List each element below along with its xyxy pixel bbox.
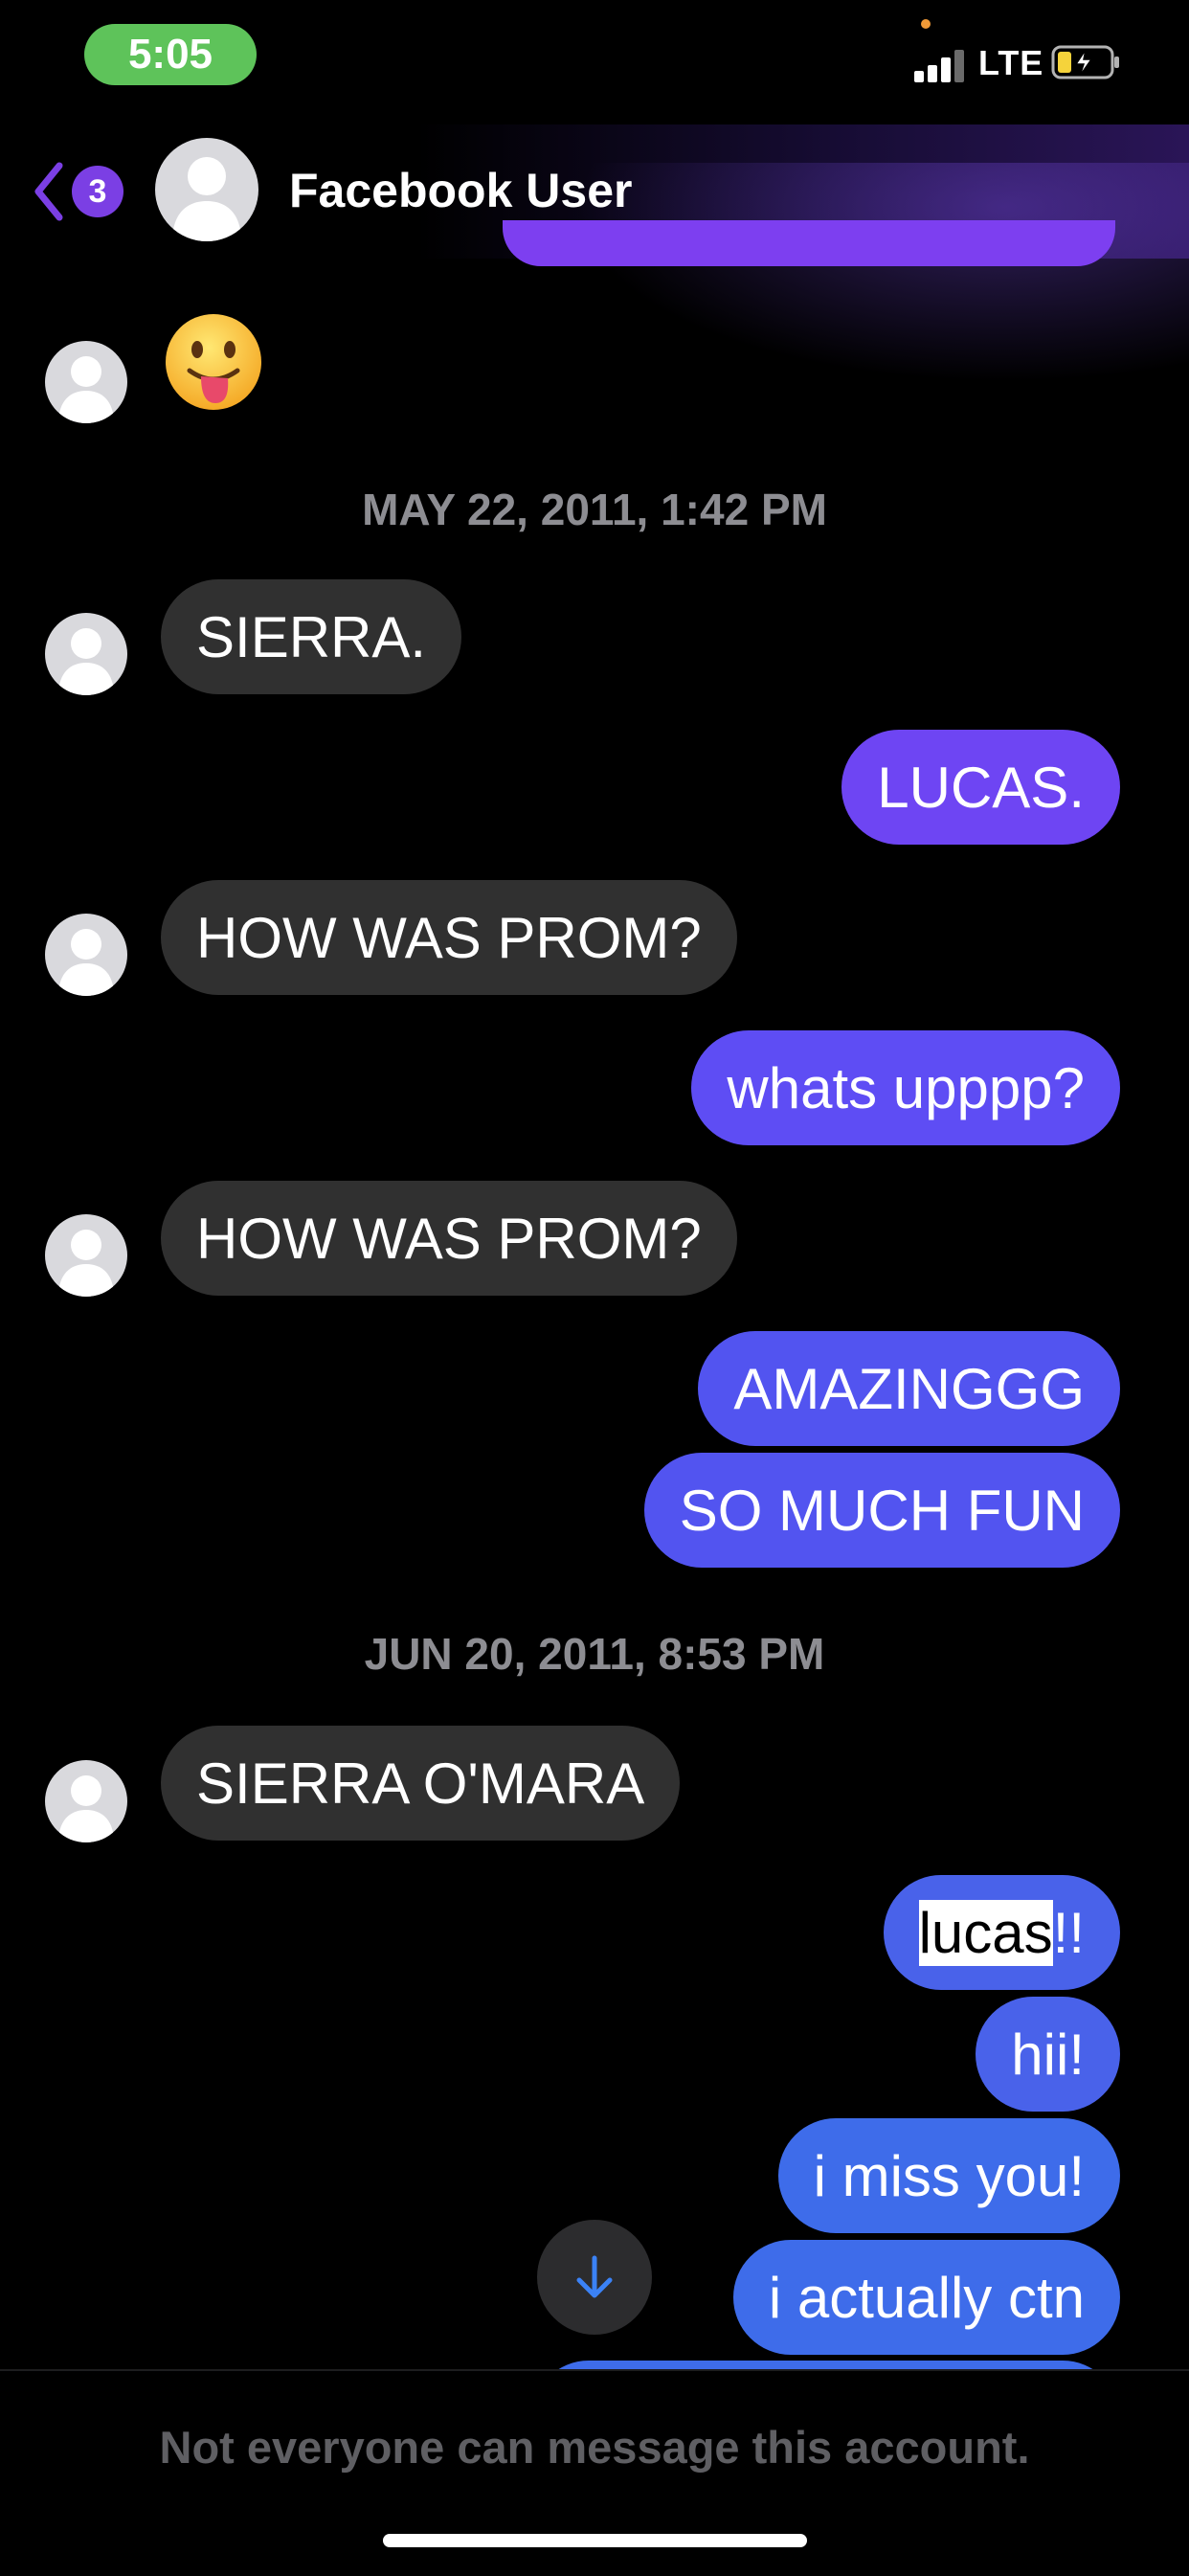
battery-charging-icon: [1051, 45, 1119, 79]
person-silhouette-icon: [58, 628, 114, 695]
person-silhouette-icon: [58, 1775, 114, 1842]
sender-avatar: [45, 341, 127, 423]
message-bubble-outgoing[interactable]: whats upppp?: [691, 1030, 1120, 1145]
message-bubble-outgoing[interactable]: i miss you!: [777, 2118, 1120, 2233]
arrow-down-icon: [576, 2255, 613, 2298]
person-silhouette-icon: [58, 356, 114, 423]
timestamp-divider: JUN 20, 2011, 8:53 PM: [364, 1629, 825, 1679]
header-glow: [574, 163, 1189, 383]
message-bubble-outgoing[interactable]: AMAZINGGG: [698, 1331, 1120, 1446]
cellular-signal-icon: [914, 50, 968, 82]
message-bubble-outgoing[interactable]: SO MUCH FUN: [643, 1453, 1120, 1568]
tongue-out-emoji-icon[interactable]: [163, 311, 264, 413]
sender-avatar: [45, 613, 127, 695]
message-bubble-incoming[interactable]: SIERRA.: [161, 579, 462, 694]
person-silhouette-icon: [58, 929, 114, 996]
person-silhouette-icon: [58, 1230, 114, 1297]
message-bubble-incoming[interactable]: SIERRA O'MARA: [161, 1726, 681, 1841]
status-time[interactable]: 5:05: [84, 24, 257, 85]
sender-avatar: [45, 1760, 127, 1842]
sender-avatar: [45, 1214, 127, 1297]
status-bar: 5:05 LTE: [0, 0, 1189, 124]
network-type: LTE: [978, 43, 1044, 82]
message-bubble-incoming[interactable]: HOW WAS PROM?: [161, 880, 737, 995]
scroll-to-bottom-button[interactable]: [537, 2220, 652, 2335]
privacy-indicator-dot: [921, 19, 931, 29]
message-text: !!: [1052, 1900, 1085, 1965]
back-button[interactable]: 3: [29, 153, 134, 230]
person-silhouette-icon: [172, 157, 241, 241]
unread-badge: 3: [72, 166, 123, 217]
contact-avatar[interactable]: [155, 138, 258, 241]
timestamp-divider: MAY 22, 2011, 1:42 PM: [362, 485, 827, 534]
messaging-restriction-notice: Not everyone can message this account.: [159, 2422, 1030, 2473]
sender-avatar: [45, 914, 127, 996]
previous-message-bubble[interactable]: [503, 220, 1115, 266]
message-bubble-outgoing[interactable]: i actually ctn: [732, 2240, 1120, 2355]
message-bubble-outgoing[interactable]: hii!: [976, 1997, 1120, 2112]
message-bubble-incoming[interactable]: HOW WAS PROM?: [161, 1181, 737, 1296]
home-indicator[interactable]: [383, 2534, 807, 2547]
selected-text-highlight[interactable]: lucas: [918, 1899, 1053, 1966]
chevron-left-icon: [34, 162, 63, 221]
message-bubble-outgoing[interactable]: lucas!!: [883, 1875, 1120, 1990]
message-bubble-outgoing[interactable]: LUCAS.: [841, 730, 1120, 845]
contact-name[interactable]: Facebook User: [289, 163, 632, 218]
